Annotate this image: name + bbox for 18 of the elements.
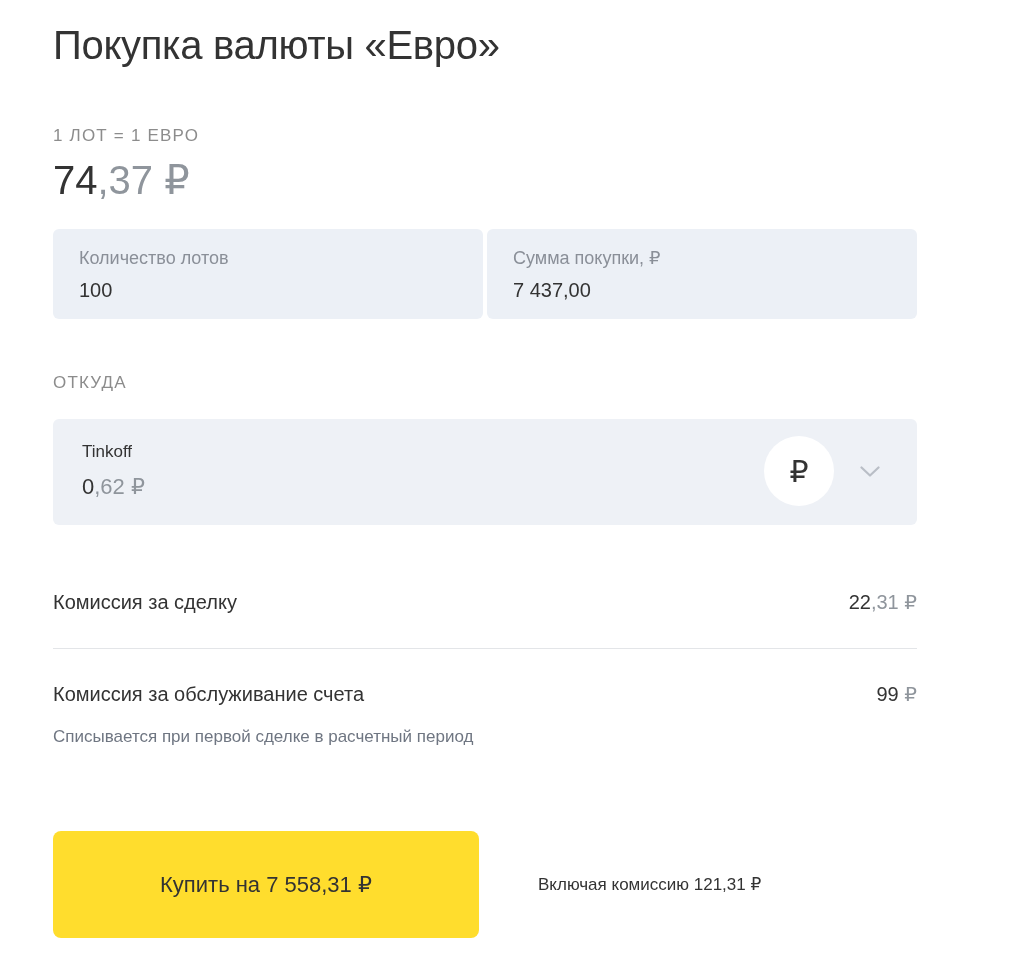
exchange-rate-value: 74,37 ₽	[53, 157, 190, 203]
fee-note: Списывается при первой сделке в расчетный период	[53, 726, 474, 748]
commission-total-note: Включая комиссию 121,31 ₽	[538, 873, 762, 896]
fee-label: Комиссия за сделку	[53, 590, 237, 615]
page-title: Покупка валюты «Евро»	[53, 22, 500, 69]
input-field[interactable]: Сумма покупки, ₽ 7 437,00	[487, 229, 917, 319]
account-name: Tinkoff	[82, 441, 133, 463]
currency-icon: ₽	[764, 436, 834, 506]
input-field[interactable]: Количество лотов 100	[53, 229, 483, 319]
buy-button[interactable]: Купить на 7 558,31 ₽	[53, 831, 479, 938]
fee-label: Комиссия за обслуживание счета	[53, 682, 365, 707]
section-heading: ОТКУДА	[53, 372, 127, 394]
account-select[interactable]: Tinkoff 0,62 ₽ ₽	[53, 419, 917, 525]
chevron-down-icon[interactable]	[860, 465, 880, 477]
fee-amount: 22,31 ₽	[848, 590, 917, 615]
fee-amount: 99 ₽	[876, 682, 917, 707]
lot-rate-caption: 1 ЛОТ = 1 ЕВРО	[53, 125, 200, 147]
account-balance: 0,62 ₽	[82, 473, 145, 501]
